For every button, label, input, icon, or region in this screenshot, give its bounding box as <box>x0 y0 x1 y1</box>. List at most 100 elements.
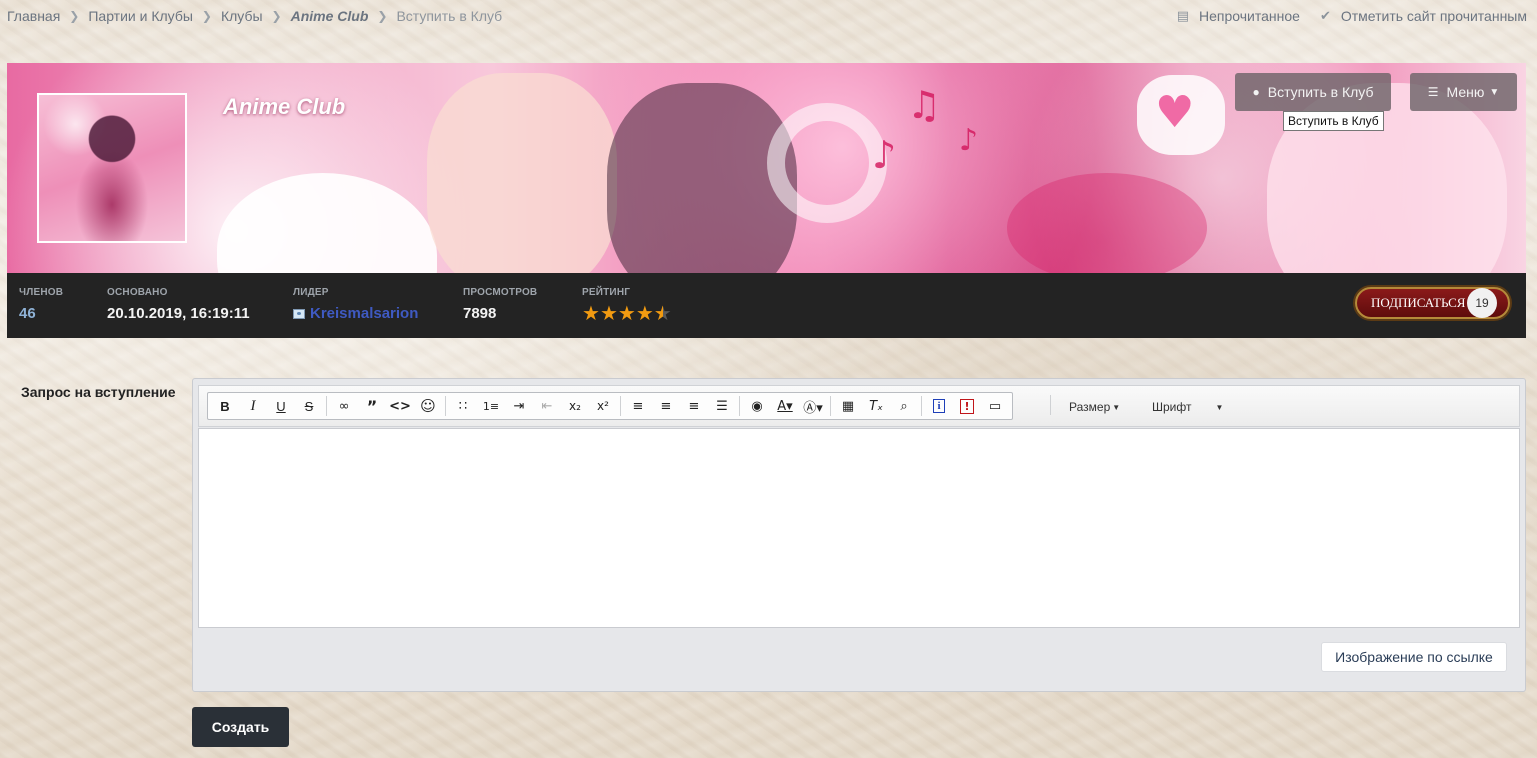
code-icon[interactable]: <> <box>386 394 414 418</box>
toolbar-divider <box>1050 395 1051 415</box>
emoji-icon[interactable]: ☺ <box>414 394 442 418</box>
font-family-dropdown[interactable]: Шрифт ▼ <box>1152 400 1223 414</box>
preview-eye-icon[interactable]: ◉ <box>743 394 771 418</box>
club-menu-button[interactable]: ☰ Меню ▼ <box>1410 73 1517 111</box>
caret-down-icon: ▼ <box>1112 402 1121 412</box>
stat-members-value[interactable]: 46 <box>19 305 63 322</box>
club-banner: ♫ ♪ ♪ ♥ Anime Club ● Вступить в Клуб ☰ М… <box>7 63 1526 273</box>
join-request-label: Запрос на вступление <box>21 384 176 400</box>
italic-icon[interactable]: I <box>239 394 267 418</box>
stat-views-value: 7898 <box>463 305 497 322</box>
club-avatar <box>37 93 187 243</box>
breadcrumb: Главная ❯ Партии и Клубы ❯ Клубы ❯ Anime… <box>7 8 502 24</box>
stat-leader-value[interactable]: Kreismalsarion <box>293 305 418 322</box>
join-club-tooltip: Вступить в Клуб <box>1283 111 1384 131</box>
banner-art-splash <box>1007 173 1207 273</box>
stat-rating: Рейтинг ★ ★ ★ ★ ★ <box>582 287 672 323</box>
club-title: Anime Club <box>223 94 346 119</box>
breadcrumb-anime-club[interactable]: Anime Club <box>291 8 369 24</box>
table-icon[interactable]: ▦ <box>834 394 862 418</box>
link-icon[interactable]: ∞ <box>330 394 358 418</box>
strikethrough-icon[interactable]: S <box>295 394 323 418</box>
bulleted-list-icon[interactable]: ∷ <box>449 394 477 418</box>
join-club-label: Вступить в Клуб <box>1267 84 1374 100</box>
leader-name[interactable]: Kreismalsarion <box>310 305 418 322</box>
leader-flag-icon <box>293 308 305 319</box>
find-replace-icon[interactable]: ⌕ <box>890 394 918 418</box>
music-note-icon: ♪ <box>872 133 897 177</box>
numbered-list-icon[interactable]: 1≡ <box>477 394 505 418</box>
join-request-textarea[interactable] <box>198 428 1520 628</box>
align-right-icon[interactable]: ≡ <box>680 394 708 418</box>
unread-link[interactable]: ▤ Непрочитанное <box>1177 8 1300 24</box>
paw-icon: ♥ <box>1155 87 1195 138</box>
stat-members-label: Членов <box>19 287 64 298</box>
align-left-icon[interactable]: ≡ <box>624 394 652 418</box>
bold-icon[interactable]: B <box>211 394 239 418</box>
banner-art-ring <box>767 103 887 223</box>
music-note-icon: ♫ <box>907 83 942 127</box>
toolbar-divider <box>830 396 831 416</box>
text-color-icon[interactable]: A▾ <box>771 394 799 418</box>
create-button[interactable]: Создать <box>192 707 289 747</box>
top-links: ▤ Непрочитанное ✔ Отметить сайт прочитан… <box>1157 8 1527 24</box>
superscript-icon[interactable]: x² <box>589 394 617 418</box>
user-icon: ● <box>1252 85 1260 99</box>
rich-text-editor: B I U S ∞ ” <> ☺ ∷ 1≡ ⇥ ⇤ x₂ x² ≡ ≡ ≡ ☰ … <box>192 378 1526 692</box>
unread-label: Непрочитанное <box>1199 8 1300 24</box>
breadcrumb-separator-icon: ❯ <box>201 9 212 23</box>
club-stats-bar: Членов 46 Основано 20.10.2019, 16:19:11 … <box>7 273 1526 338</box>
font-family-label: Шрифт <box>1152 400 1192 414</box>
banner-art-dog <box>217 173 437 273</box>
mark-read-link[interactable]: ✔ Отметить сайт прочитанным <box>1320 8 1527 24</box>
mark-read-label: Отметить сайт прочитанным <box>1340 8 1527 24</box>
info-box-icon[interactable]: i <box>925 394 953 418</box>
rating-stars[interactable]: ★ ★ ★ ★ ★ <box>582 303 672 323</box>
breadcrumb-separator-icon: ❯ <box>377 9 388 23</box>
breadcrumb-home[interactable]: Главная <box>7 8 60 24</box>
join-club-button[interactable]: ● Вступить в Клуб <box>1235 73 1391 111</box>
banner-art-girl-1 <box>427 73 617 273</box>
stat-members: Членов 46 <box>19 287 63 322</box>
caret-down-icon: ▼ <box>1489 86 1500 98</box>
stat-rating-label: Рейтинг <box>582 287 631 298</box>
star-full-icon[interactable]: ★ <box>636 303 654 323</box>
subscribe-button[interactable]: ПОДПИСАТЬСЯ 19 <box>1355 287 1510 319</box>
stat-founded: Основано 20.10.2019, 16:19:11 <box>107 287 250 322</box>
align-center-icon[interactable]: ≡ <box>652 394 680 418</box>
toolbar-divider <box>620 396 621 416</box>
breadcrumb-clubs[interactable]: Клубы <box>221 8 263 24</box>
toolbar-divider <box>739 396 740 416</box>
stat-views-label: Просмотров <box>463 287 538 298</box>
subscriber-count: 19 <box>1467 288 1497 318</box>
stat-views: Просмотров 7898 <box>463 287 537 322</box>
quote-icon[interactable]: ” <box>358 394 386 418</box>
toolbar-divider <box>445 396 446 416</box>
editor-toolbar: B I U S ∞ ” <> ☺ ∷ 1≡ ⇥ ⇤ x₂ x² ≡ ≡ ≡ ☰ … <box>198 385 1520 427</box>
check-icon: ✔ <box>1319 8 1331 23</box>
image-by-link-button[interactable]: Изображение по ссылке <box>1321 642 1507 672</box>
star-half-icon[interactable]: ★ <box>654 303 672 323</box>
music-note-icon: ♪ <box>959 123 979 158</box>
background-color-icon[interactable]: Ⓐ▾ <box>799 394 827 418</box>
subscript-icon[interactable]: x₂ <box>561 394 589 418</box>
underline-icon[interactable]: U <box>267 394 295 418</box>
align-justify-icon[interactable]: ☰ <box>708 394 736 418</box>
subscribe-label: ПОДПИСАТЬСЯ <box>1371 295 1466 310</box>
font-size-dropdown[interactable]: Размер ▼ <box>1069 400 1120 414</box>
outdent-icon[interactable]: ⇤ <box>533 394 561 418</box>
top-navigation: Главная ❯ Партии и Клубы ❯ Клубы ❯ Anime… <box>0 0 1537 34</box>
star-full-icon[interactable]: ★ <box>618 303 636 323</box>
indent-icon[interactable]: ⇥ <box>505 394 533 418</box>
breadcrumb-separator-icon: ❯ <box>69 9 80 23</box>
breadcrumb-parties-clubs[interactable]: Партии и Клубы <box>88 8 193 24</box>
star-full-icon[interactable]: ★ <box>600 303 618 323</box>
font-size-label: Размер <box>1069 400 1111 414</box>
stat-leader-label: Лидер <box>293 287 329 298</box>
clear-format-icon[interactable]: Tₓ <box>862 394 890 418</box>
warning-box-icon[interactable]: ! <box>953 394 981 418</box>
star-full-icon[interactable]: ★ <box>582 303 600 323</box>
stat-leader: Лидер Kreismalsarion <box>293 287 418 322</box>
speech-bubble-icon[interactable]: ▭ <box>981 394 1009 418</box>
stat-founded-label: Основано <box>107 287 168 298</box>
